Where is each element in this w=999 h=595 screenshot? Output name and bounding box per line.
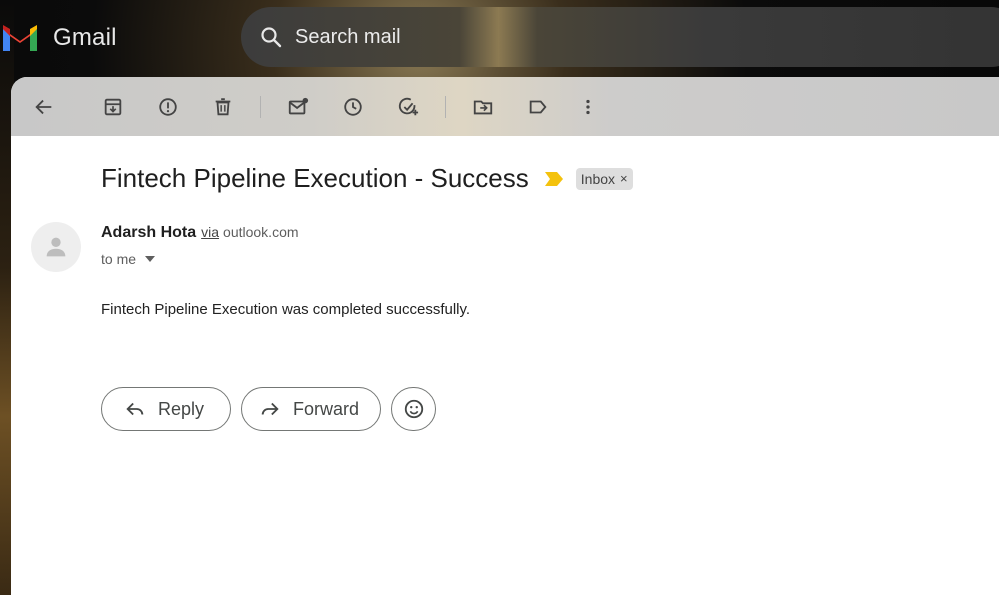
- add-to-tasks-button[interactable]: [390, 91, 426, 123]
- email-view-panel: Fintech Pipeline Execution - Success Inb…: [11, 77, 999, 595]
- move-to-button[interactable]: [465, 91, 501, 123]
- archive-button[interactable]: [95, 91, 131, 123]
- gmail-logo[interactable]: Gmail: [0, 18, 117, 58]
- back-arrow-icon: [35, 99, 52, 115]
- via-link[interactable]: via: [201, 224, 219, 240]
- report-spam-icon: [159, 98, 177, 116]
- search-input[interactable]: [295, 25, 695, 49]
- email-toolbar: [11, 77, 999, 136]
- importance-marker-icon[interactable]: [544, 171, 563, 186]
- sender-row: Adarsh Hota via outlook.com: [101, 224, 299, 242]
- toolbar-divider: [260, 96, 261, 118]
- emoji-reaction-button[interactable]: [391, 387, 436, 431]
- recipients-toggle[interactable]: to me: [101, 251, 156, 267]
- person-icon: [46, 237, 66, 257]
- recipients-text: to me: [101, 251, 137, 267]
- search-icon[interactable]: [259, 25, 283, 49]
- back-button[interactable]: [26, 91, 62, 123]
- move-to-icon: [473, 100, 493, 115]
- chevron-down-icon: [145, 256, 156, 262]
- report-spam-button[interactable]: [150, 91, 186, 123]
- mark-unread-button[interactable]: [280, 91, 316, 123]
- remove-label-button[interactable]: ×: [620, 171, 628, 186]
- label-icon: [529, 100, 547, 114]
- search-bar[interactable]: [241, 7, 999, 67]
- labels-button[interactable]: [520, 91, 556, 123]
- reply-button[interactable]: Reply: [101, 387, 231, 431]
- delete-button[interactable]: [205, 91, 241, 123]
- add-task-icon: [398, 97, 419, 116]
- forward-button[interactable]: Forward: [241, 387, 381, 431]
- inbox-label-chip: Inbox ×: [575, 167, 633, 190]
- delete-icon: [215, 98, 231, 116]
- label-text: Inbox: [580, 170, 616, 187]
- forward-label: Forward: [293, 398, 360, 419]
- sender-domain: outlook.com: [223, 224, 299, 240]
- app-name: Gmail: [53, 24, 117, 51]
- email-subject: Fintech Pipeline Execution - Success: [101, 163, 529, 193]
- mark-unread-icon: [288, 97, 309, 115]
- gmail-m-icon: [3, 25, 37, 51]
- email-body: Fintech Pipeline Execution was completed…: [101, 301, 471, 318]
- reply-label: Reply: [158, 398, 205, 419]
- snooze-button[interactable]: [335, 91, 371, 123]
- sender-name[interactable]: Adarsh Hota: [101, 224, 196, 242]
- archive-icon: [104, 98, 122, 116]
- forward-icon: [261, 402, 279, 416]
- avatar[interactable]: [31, 222, 81, 272]
- more-vert-icon: [586, 99, 590, 115]
- toolbar-divider: [445, 96, 446, 118]
- reply-icon: [126, 402, 144, 416]
- subject-row: Fintech Pipeline Execution - Success Inb…: [101, 163, 633, 194]
- smiley-icon: [404, 399, 423, 419]
- snooze-icon: [344, 98, 362, 116]
- more-options-button[interactable]: [570, 91, 606, 123]
